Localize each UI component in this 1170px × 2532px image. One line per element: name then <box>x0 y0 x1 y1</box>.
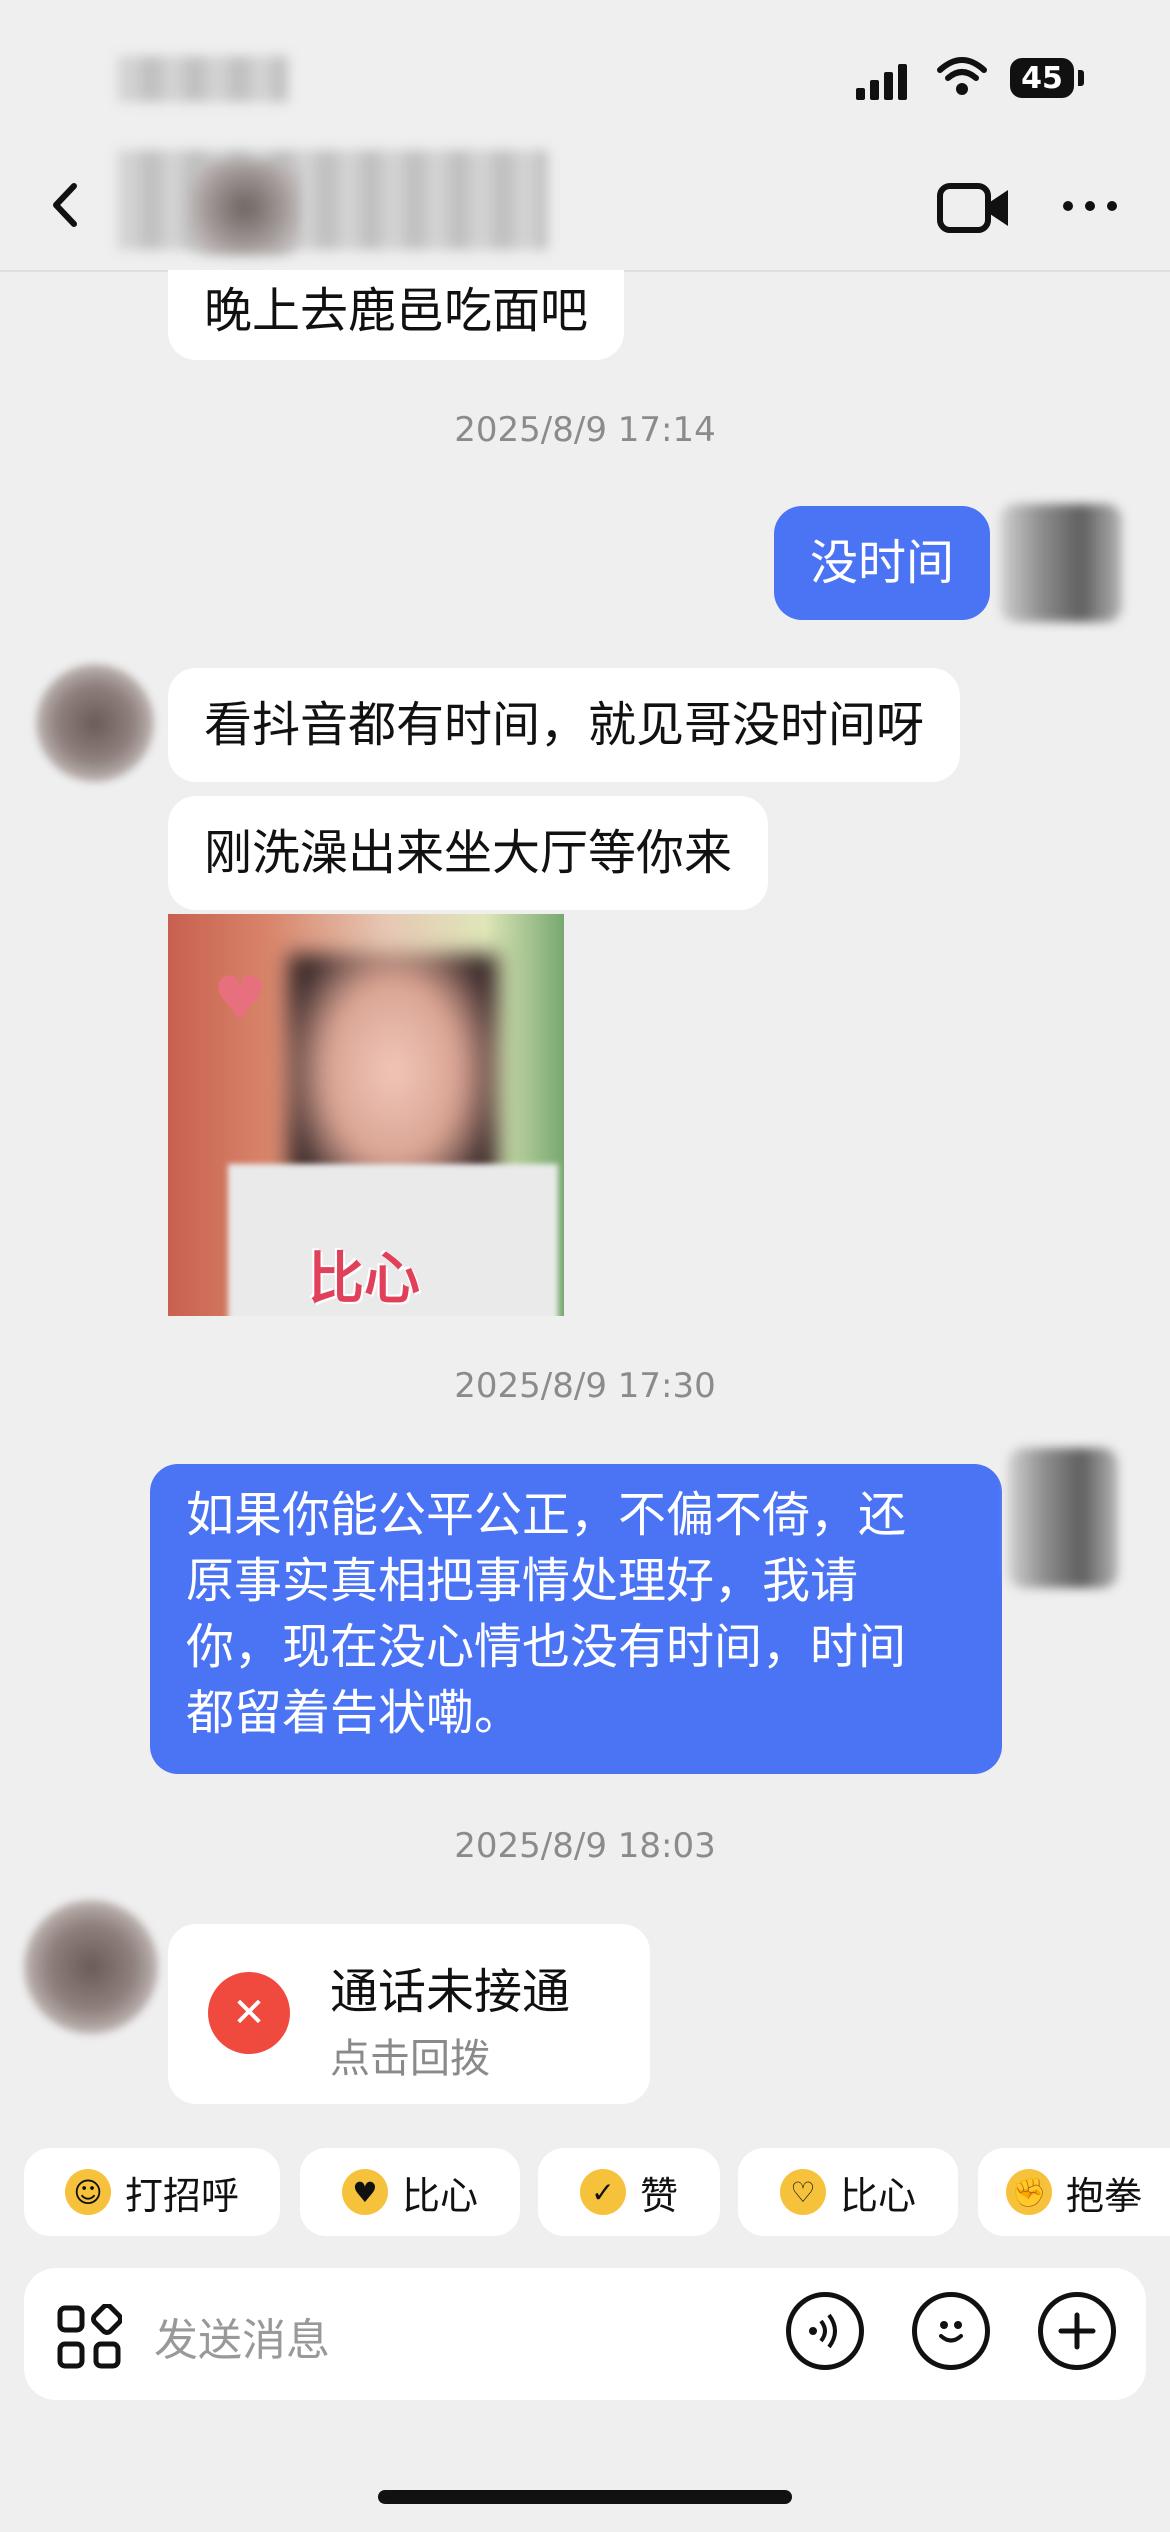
quick-reply-chip[interactable]: ☺ 打招呼 <box>24 2148 280 2236</box>
timestamp: 2025/8/9 17:14 <box>454 410 716 450</box>
message-input[interactable]: 发送消息 <box>154 2304 330 2368</box>
home-indicator <box>378 2490 792 2504</box>
fist-salute-emoji-icon: ✊ <box>1005 2169 1052 2215</box>
message-line: 原事实真相把事情处理好，我请 <box>186 1553 859 1609</box>
contact-avatar[interactable] <box>36 664 154 782</box>
quick-reply-label: 比心 <box>839 2173 916 2218</box>
finger-heart-emoji-icon: ♡ <box>779 2169 826 2215</box>
thumbs-up-emoji-icon: ✓ <box>579 2169 626 2215</box>
quick-reply-label: 抱拳 <box>1065 2173 1142 2218</box>
quick-reply-chip[interactable]: ✓ 赞 <box>538 2148 720 2236</box>
message-bubble-sent[interactable]: 如果你能公平公正，不偏不倚，还 原事实真相把事情处理好，我请 你，现在没心情也没… <box>150 1464 1002 1774</box>
quick-reply-chip[interactable]: ♡ 比心 <box>738 2148 958 2236</box>
battery-icon: 45 <box>1010 58 1074 98</box>
message-line: 都留着告状嘞。 <box>186 1685 523 1741</box>
quick-reply-chip[interactable]: ✊ 抱拳 <box>978 2148 1170 2236</box>
message-bubble-sent[interactable]: 没时间 <box>774 506 991 620</box>
missed-call-icon: ✕ <box>208 1972 290 2054</box>
emoji-icon[interactable] <box>912 2292 990 2370</box>
message-text: 晚上去鹿邑吃面吧 <box>204 283 589 339</box>
message-bubble-received[interactable]: 晚上去鹿邑吃面吧 <box>168 270 625 360</box>
wifi-icon <box>937 57 987 95</box>
my-avatar[interactable] <box>1008 1448 1118 1588</box>
back-icon[interactable] <box>48 180 82 230</box>
heart-hands-emoji-icon: ♥ <box>341 2169 388 2215</box>
sticker-image[interactable]: ♥ 比心 <box>168 914 564 1316</box>
message-text: 没时间 <box>810 535 955 591</box>
message-line: 你，现在没心情也没有时间，时间 <box>186 1619 907 1675</box>
video-call-icon[interactable] <box>936 180 1012 236</box>
message-input-bar: 发送消息 <box>24 2268 1146 2400</box>
call-subtitle: 点击回拨 <box>330 2036 490 2082</box>
contact-avatar[interactable] <box>24 1900 158 2034</box>
quick-reply-label: 打招呼 <box>124 2173 239 2218</box>
status-time-blurred <box>118 56 288 102</box>
timestamp: 2025/8/9 17:30 <box>454 1366 716 1406</box>
heart-icon: ♥ <box>213 964 267 1034</box>
message-bubble-received[interactable]: 刚洗澡出来坐大厅等你来 <box>168 796 769 910</box>
add-icon[interactable] <box>1038 2292 1116 2370</box>
quick-reply-chip[interactable]: ♥ 比心 <box>300 2148 520 2236</box>
contact-name-blurred[interactable] <box>118 150 548 250</box>
sticker-caption: 比心 <box>308 1246 420 1312</box>
call-title: 通话未接通 <box>330 1964 571 2020</box>
more-icon[interactable] <box>1060 196 1120 216</box>
my-avatar[interactable] <box>1000 504 1122 622</box>
contact-avatar-blurred[interactable] <box>190 160 300 255</box>
voice-icon[interactable] <box>786 2292 864 2370</box>
message-bubble-received[interactable]: 看抖音都有时间，就见哥没时间呀 <box>168 668 961 782</box>
wave-emoji-icon: ☺ <box>64 2169 111 2215</box>
battery-tip <box>1078 70 1084 86</box>
message-text: 刚洗澡出来坐大厅等你来 <box>204 825 733 881</box>
quick-reply-label: 赞 <box>639 2173 678 2218</box>
cellular-signal-icon <box>856 64 907 100</box>
timestamp: 2025/8/9 18:03 <box>454 1826 716 1866</box>
message-text: 看抖音都有时间，就见哥没时间呀 <box>204 697 925 753</box>
missed-call-card[interactable]: ✕ 通话未接通 点击回拨 <box>168 1924 650 2104</box>
quick-reply-label: 比心 <box>401 2173 478 2218</box>
message-line: 如果你能公平公正，不偏不倚，还 <box>186 1487 907 1543</box>
apps-grid-icon[interactable] <box>56 2304 122 2370</box>
